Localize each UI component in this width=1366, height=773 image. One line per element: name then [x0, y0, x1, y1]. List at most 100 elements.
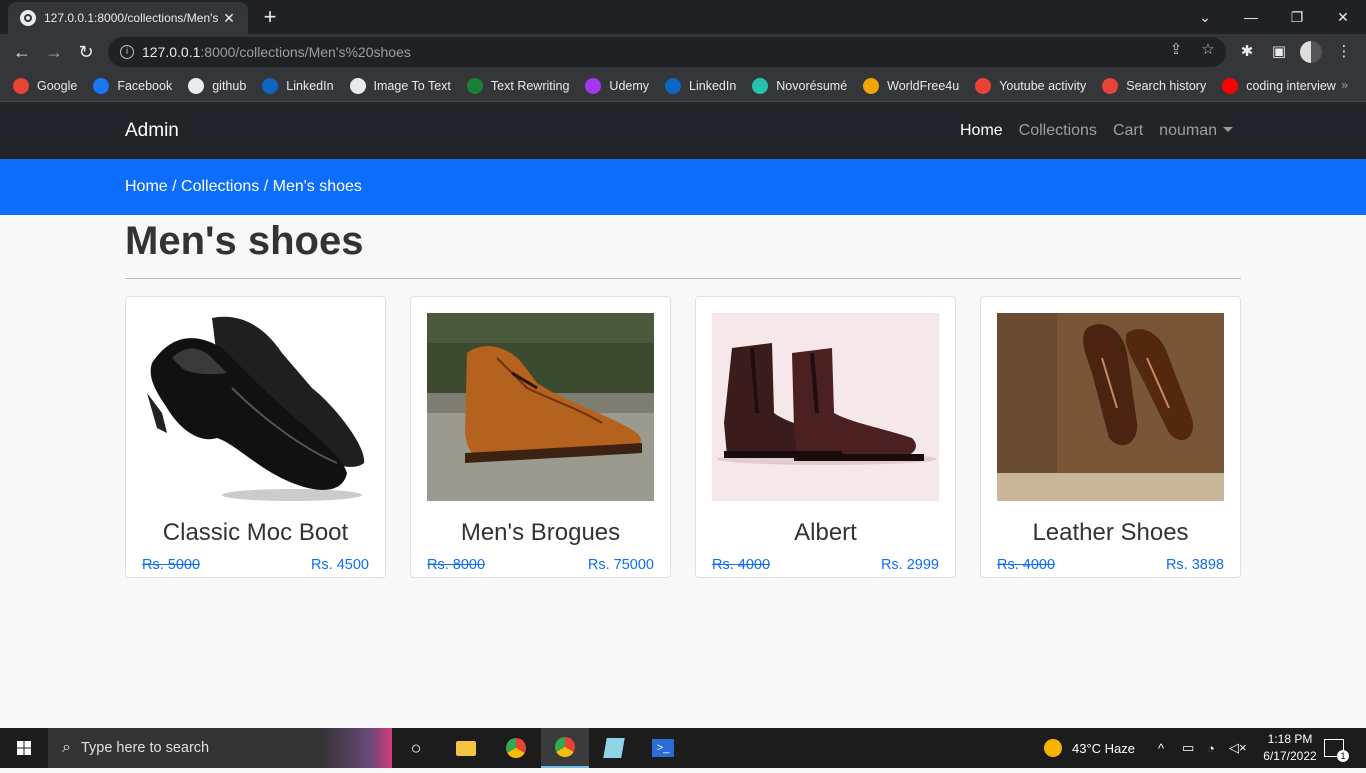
novoresume-icon: [752, 77, 769, 94]
new-tab-button[interactable]: +: [258, 5, 282, 29]
bookmark-item[interactable]: Udemy: [585, 77, 649, 94]
navbar-links: Home Collections Cart nouman: [960, 122, 1233, 140]
url-path: :8000/collections/Men's%20shoes: [200, 44, 411, 60]
selling-price: Rs. 75000: [587, 557, 654, 573]
bookmark-item[interactable]: Novorésumé: [752, 77, 847, 94]
bookmark-item[interactable]: github: [188, 77, 246, 94]
restore-button[interactable]: ❐: [1274, 0, 1320, 34]
product-card[interactable]: Men's Brogues Rs. 8000 Rs. 75000: [410, 296, 671, 578]
notepad-icon[interactable]: [590, 728, 638, 768]
taskbar-search-box[interactable]: ⌕ Type here to search: [48, 728, 392, 768]
nav-collections[interactable]: Collections: [1019, 122, 1097, 140]
cortana-icon[interactable]: ○: [392, 728, 440, 768]
bookmark-label: Search history: [1126, 78, 1207, 93]
product-image[interactable]: [142, 313, 369, 501]
product-name[interactable]: Men's Brogues: [411, 519, 670, 547]
profile-avatar[interactable]: [1300, 41, 1322, 63]
original-price: Rs. 4000: [712, 557, 771, 573]
selling-price: Rs. 2999: [880, 557, 939, 573]
nav-user-label: nouman: [1159, 122, 1217, 139]
notification-count: 1: [1337, 750, 1349, 762]
bookmark-item[interactable]: Search history: [1102, 77, 1207, 94]
site-info-icon[interactable]: i: [120, 45, 134, 59]
product-image[interactable]: [427, 313, 654, 501]
selling-price: Rs. 3898: [1165, 557, 1224, 573]
facebook-icon: [93, 77, 110, 94]
bookmark-label: coding interview: [1246, 78, 1336, 93]
google-icon: [1102, 77, 1119, 94]
linkedin-icon: [262, 77, 279, 94]
bookmark-item[interactable]: Youtube activity: [975, 77, 1086, 94]
original-price: Rs. 4000: [997, 557, 1056, 573]
product-card[interactable]: Classic Moc Boot Rs. 5000 Rs. 4500: [125, 296, 386, 578]
youtube-icon: [1222, 77, 1239, 94]
bookmark-item[interactable]: coding interview: [1222, 77, 1336, 94]
search-highlight-illustration: [320, 728, 392, 768]
linkedin-icon: [665, 77, 682, 94]
close-window-button[interactable]: ✕: [1320, 0, 1366, 34]
bookmark-item[interactable]: Facebook: [93, 77, 173, 94]
bookmark-star-icon[interactable]: ☆: [1198, 40, 1218, 60]
tab-search-icon[interactable]: ⌄: [1182, 0, 1228, 34]
google-icon: [975, 77, 992, 94]
menu-kebab-icon[interactable]: ⋮: [1334, 42, 1354, 62]
close-tab-icon[interactable]: ✕: [220, 10, 238, 27]
divider: [125, 278, 1241, 279]
clock-time: 1:18 PM: [1267, 732, 1313, 746]
extensions-icon[interactable]: ✱: [1237, 42, 1257, 62]
product-card[interactable]: Albert Rs. 4000 Rs. 2999: [695, 296, 956, 578]
windows-taskbar: ⌕ Type here to search ○ >_ 43°C Haze ^ ▭…: [0, 728, 1366, 768]
bookmark-item[interactable]: Text Rewriting: [466, 77, 570, 94]
battery-icon[interactable]: ▭: [1182, 728, 1194, 768]
caret-down-icon: [1223, 127, 1233, 132]
reload-icon[interactable]: ↻: [74, 40, 98, 64]
url-host: 127.0.0.1: [142, 44, 201, 60]
product-image[interactable]: [997, 313, 1224, 501]
browser-tab[interactable]: 127.0.0.1:8000/collections/Men's ✕: [8, 2, 248, 34]
powershell-icon[interactable]: >_: [639, 728, 687, 768]
nav-home[interactable]: Home: [960, 122, 1003, 140]
selling-price: Rs. 4500: [310, 557, 369, 573]
navbar-brand[interactable]: Admin: [125, 120, 179, 142]
weather-widget[interactable]: 43°C Haze: [1044, 728, 1135, 768]
action-center-notification-icon[interactable]: 1: [1324, 728, 1349, 768]
windows-start-button[interactable]: [0, 728, 48, 768]
share-icon[interactable]: ⇪: [1166, 40, 1186, 60]
product-name[interactable]: Classic Moc Boot: [126, 519, 385, 547]
rewriting-icon: [466, 77, 483, 94]
product-card[interactable]: Leather Shoes Rs. 4000 Rs. 3898: [980, 296, 1241, 578]
original-price: Rs. 8000: [427, 557, 486, 573]
bookmark-item[interactable]: LinkedIn: [262, 77, 334, 94]
bookmark-label: Google: [37, 78, 78, 93]
bookmark-label: Text Rewriting: [490, 78, 570, 93]
product-name[interactable]: Albert: [696, 519, 955, 547]
forward-icon[interactable]: →: [42, 40, 66, 64]
back-icon[interactable]: ←: [10, 40, 34, 64]
address-bar[interactable]: i 127.0.0.1:8000/collections/Men's%20sho…: [108, 37, 1226, 67]
nav-user-dropdown[interactable]: nouman: [1159, 122, 1233, 140]
browser-tab-strip: 127.0.0.1:8000/collections/Men's ✕ + ⌄ —…: [0, 0, 1366, 34]
bookmark-label: LinkedIn: [286, 78, 334, 93]
sst-icon: [349, 77, 366, 94]
page-title: Men's shoes: [125, 219, 364, 263]
file-explorer-icon[interactable]: [442, 728, 490, 768]
chrome-active-icon[interactable]: [541, 728, 589, 768]
bookmark-label: Facebook: [117, 78, 173, 93]
system-clock[interactable]: 1:18 PM 6/17/2022: [1260, 731, 1320, 765]
minimize-button[interactable]: —: [1228, 0, 1274, 34]
wifi-icon[interactable]: ◔: [1207, 728, 1215, 768]
chrome-icon[interactable]: [492, 728, 540, 768]
bookmark-item[interactable]: Google: [13, 77, 78, 94]
volume-muted-icon[interactable]: ◁×: [1229, 728, 1247, 768]
bookmark-label: LinkedIn: [689, 78, 737, 93]
bookmark-item[interactable]: Image To Text: [349, 77, 451, 94]
nav-cart[interactable]: Cart: [1113, 122, 1143, 140]
product-image[interactable]: [712, 313, 939, 501]
side-panel-icon[interactable]: ▣: [1269, 42, 1289, 62]
bookmark-item[interactable]: WorldFree4u: [863, 77, 959, 94]
show-hidden-icons-chevron[interactable]: ^: [1158, 728, 1164, 768]
bookmarks-overflow-chevron[interactable]: »: [1341, 78, 1348, 92]
product-name[interactable]: Leather Shoes: [981, 519, 1240, 547]
breadcrumb: Home / Collections / Men's shoes: [125, 178, 362, 195]
bookmark-item[interactable]: LinkedIn: [665, 77, 737, 94]
